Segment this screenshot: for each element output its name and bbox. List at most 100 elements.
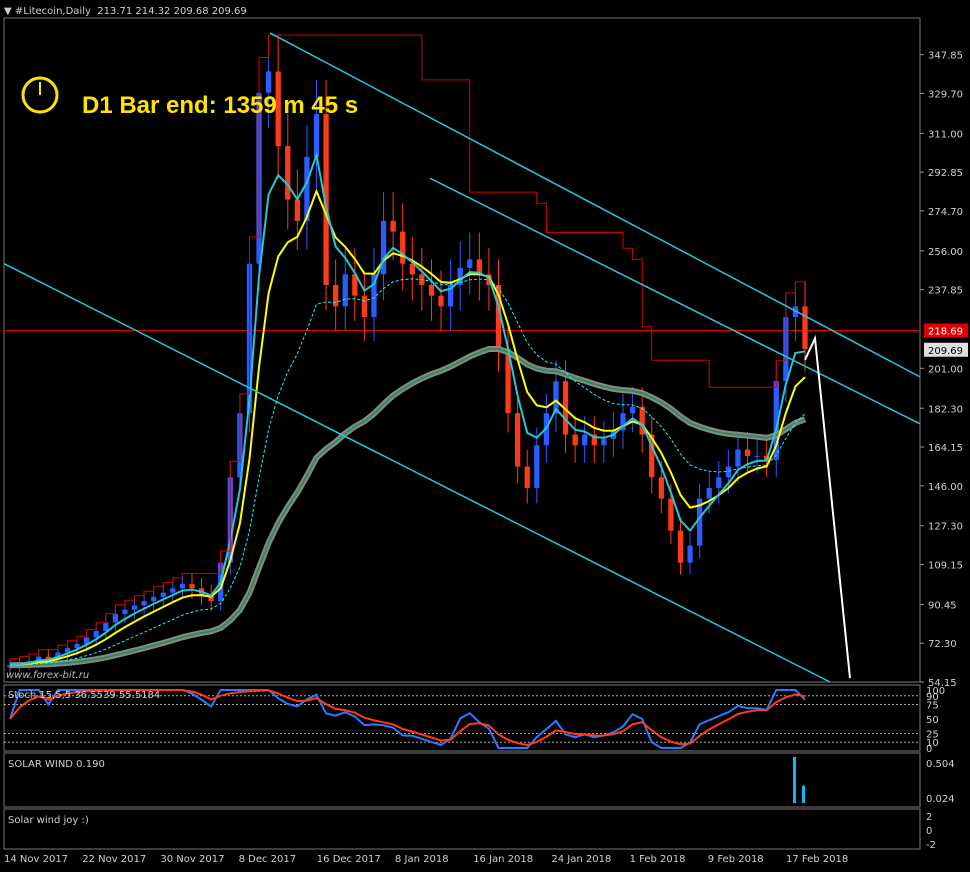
price-tick-label: 209.69 <box>928 346 963 357</box>
date-tick-label: 16 Dec 2017 <box>317 854 381 865</box>
candle-body <box>390 220 396 232</box>
stoch-tick-label: 0 <box>926 744 932 755</box>
date-tick-label: 16 Jan 2018 <box>473 854 533 865</box>
candle-body <box>668 498 674 531</box>
date-tick-label: 1 Feb 2018 <box>630 854 686 865</box>
candle-body <box>754 455 760 457</box>
candle-body <box>131 605 138 610</box>
solar-wind-bar <box>793 757 796 803</box>
solar-wind-label: SOLAR WIND 0.190 <box>8 759 105 770</box>
price-tick-label: 218.69 <box>928 327 963 338</box>
price-tick-label: 146.00 <box>928 482 963 493</box>
ma-dashed-line <box>9 278 806 666</box>
ma-cyan-line <box>9 151 806 667</box>
ohlc-label: 213.71 214.32 209.68 209.69 <box>97 6 247 17</box>
candle-body <box>93 631 99 638</box>
candle-body <box>677 530 684 563</box>
candle-body <box>601 438 607 446</box>
candle-body <box>735 449 741 467</box>
price-tick-label: 347.85 <box>928 51 963 62</box>
date-tick-label: 22 Nov 2017 <box>82 854 146 865</box>
candle-body <box>524 466 530 488</box>
joy-tick-label: -2 <box>926 840 936 851</box>
date-tick-label: 30 Nov 2017 <box>160 854 224 865</box>
channel-upper-line <box>269 32 921 378</box>
candle-body <box>74 643 80 649</box>
solar-tick-label: 0.024 <box>926 794 955 805</box>
solar-wind-panel-frame <box>3 752 921 808</box>
candle-body <box>582 434 588 446</box>
price-tick-label: 329.70 <box>928 89 963 100</box>
ma-yellow-line <box>9 188 806 667</box>
symbol-label: #Litecoin,Daily <box>14 6 91 17</box>
candle-body <box>265 71 272 93</box>
joy-tick-label: 0 <box>926 826 932 837</box>
candle-body <box>103 622 109 632</box>
price-tick-label: 90.45 <box>928 600 957 611</box>
candle-body <box>534 445 540 488</box>
candle-body <box>572 434 578 446</box>
candle-body <box>438 295 444 307</box>
stoch-label: Stoch 15,5,5 36.5539 55.5184 <box>8 690 161 701</box>
bar-timer: D1 Bar end: 1359 m 45 s <box>82 92 359 119</box>
date-tick-label: 17 Feb 2018 <box>786 854 848 865</box>
candle-body <box>687 545 693 563</box>
clock-icon <box>21 76 59 114</box>
price-tick-label: 164.15 <box>928 443 963 454</box>
candle-body <box>112 613 118 623</box>
price-tick-label: 292.85 <box>928 168 963 179</box>
date-tick-label: 24 Jan 2018 <box>551 854 611 865</box>
price-tick-label: 237.85 <box>928 286 963 297</box>
price-tick-label: 182.30 <box>928 404 963 415</box>
candle-body <box>342 274 348 307</box>
channel-mid-line <box>429 177 921 425</box>
solar-joy-panel-frame <box>3 808 921 850</box>
solar-tick-label: 0.504 <box>926 759 955 770</box>
candle-body <box>467 259 473 268</box>
candle-body <box>658 477 664 499</box>
price-tick-label: 256.00 <box>928 247 963 258</box>
candle-body <box>160 592 166 597</box>
candle-body <box>428 285 435 296</box>
candle-body <box>179 584 186 589</box>
date-tick-label: 9 Feb 2018 <box>708 854 764 865</box>
price-tick-label: 127.30 <box>928 522 963 533</box>
stoch-tick-label: 75 <box>926 701 939 712</box>
candle-body <box>629 406 636 414</box>
candle-body <box>706 487 712 499</box>
candle-body <box>802 306 808 350</box>
candle-body <box>744 449 751 456</box>
price-tick-label: 72.30 <box>928 639 957 650</box>
candle-body <box>141 601 147 606</box>
solar-wind-bar <box>802 785 805 803</box>
candle-body <box>716 477 722 488</box>
projection-line <box>804 334 851 679</box>
price-tick-label: 311.00 <box>928 129 963 140</box>
ma-ribbon <box>9 346 807 669</box>
price-tick-label: 274.70 <box>928 207 963 218</box>
solar-joy-label: Solar wind joy :) <box>8 815 89 826</box>
candle-body <box>122 609 128 614</box>
candle-body <box>170 588 176 593</box>
candle-body <box>294 199 300 221</box>
ma-slow-line <box>9 348 806 667</box>
candle-body <box>151 596 157 602</box>
chart-title: ▼ #Litecoin,Daily 213.71 214.32 209.68 2… <box>4 6 247 17</box>
candle-body <box>189 584 195 589</box>
candle-body <box>313 114 320 157</box>
candle-body <box>725 466 732 478</box>
donchian-upper-band <box>10 34 805 660</box>
candle-body <box>285 146 291 200</box>
price-tick-label: 201.00 <box>928 364 963 375</box>
date-tick-label: 8 Jan 2018 <box>395 854 449 865</box>
stoch-tick-label: 50 <box>926 715 939 726</box>
candle-body <box>361 295 368 318</box>
candle-body <box>515 413 521 467</box>
candle-body <box>333 285 339 307</box>
watermark: www.forex-bit.ru <box>6 670 90 681</box>
price-tick-label: 109.15 <box>928 561 963 572</box>
candle-body <box>400 231 406 264</box>
chart-canvas: 347.85 329.70 311.00 292.85 274.70 256.00 237.… <box>3 17 968 865</box>
date-tick-label: 8 Dec 2017 <box>239 854 297 865</box>
date-tick-label: 14 Nov 2017 <box>4 854 68 865</box>
